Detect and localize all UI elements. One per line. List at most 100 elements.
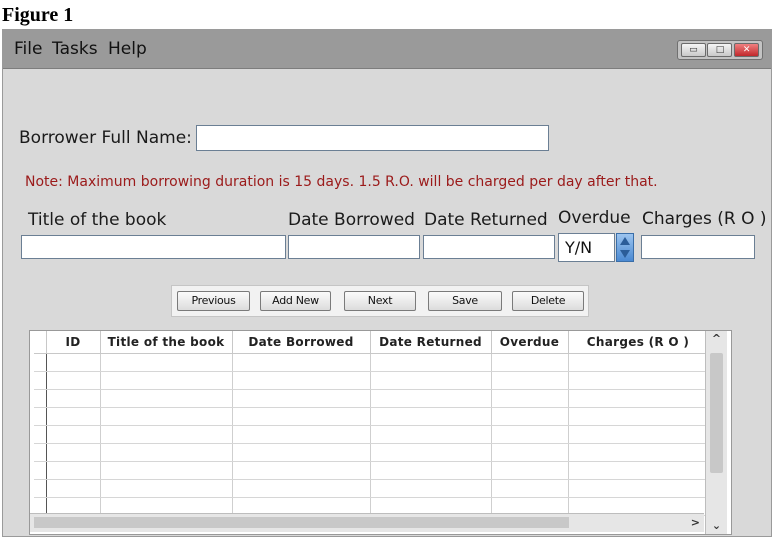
table-cell[interactable] — [568, 389, 709, 408]
row-header-cell[interactable] — [34, 425, 47, 444]
date-borrowed-label: Date Borrowed — [288, 210, 415, 230]
table-cell[interactable] — [46, 389, 101, 408]
table-cell[interactable] — [46, 443, 101, 462]
table-cell[interactable] — [491, 425, 569, 444]
table-row[interactable] — [34, 461, 709, 480]
delete-button[interactable]: Delete — [512, 291, 584, 311]
menu-file[interactable]: File — [14, 39, 42, 59]
table-cell[interactable] — [46, 353, 101, 372]
table-cell[interactable] — [370, 371, 492, 390]
table-cell[interactable] — [491, 479, 569, 498]
table-row[interactable] — [34, 443, 709, 462]
overdue-spinner-arrows[interactable] — [616, 233, 634, 262]
spinner-up-icon[interactable] — [620, 237, 630, 245]
column-header-charges[interactable]: Charges (R O ) — [568, 331, 709, 354]
column-header-date-borrowed[interactable]: Date Borrowed — [232, 331, 371, 354]
table-cell[interactable] — [568, 371, 709, 390]
vertical-scroll-thumb[interactable] — [710, 353, 723, 473]
table-row[interactable] — [34, 389, 709, 408]
column-header-overdue[interactable]: Overdue — [491, 331, 569, 354]
minimize-icon[interactable]: ▭ — [680, 43, 706, 57]
table-row[interactable] — [34, 407, 709, 426]
table-cell[interactable] — [568, 407, 709, 426]
horizontal-scrollbar[interactable]: > — [30, 513, 704, 532]
borrowing-note: Note: Maximum borrowing duration is 15 d… — [25, 174, 658, 190]
table-cell[interactable] — [370, 461, 492, 480]
table-cell[interactable] — [232, 371, 371, 390]
table-cell[interactable] — [568, 479, 709, 498]
table-row[interactable] — [34, 479, 709, 498]
next-button[interactable]: Next — [344, 291, 416, 311]
table-cell[interactable] — [568, 461, 709, 480]
table-cell[interactable] — [491, 461, 569, 480]
menu-help[interactable]: Help — [108, 39, 147, 59]
scroll-up-icon[interactable]: ^ — [706, 332, 727, 345]
table-cell[interactable] — [100, 461, 233, 480]
table-cell[interactable] — [491, 353, 569, 372]
table-cell[interactable] — [232, 353, 371, 372]
maximize-icon[interactable]: □ — [707, 43, 733, 57]
table-cell[interactable] — [232, 425, 371, 444]
row-header-cell[interactable] — [34, 389, 47, 408]
table-cell[interactable] — [370, 353, 492, 372]
column-header-id[interactable]: ID — [46, 331, 101, 354]
table-cell[interactable] — [232, 479, 371, 498]
book-title-input[interactable] — [21, 235, 286, 259]
scroll-right-icon[interactable]: > — [691, 514, 700, 532]
table-cell[interactable] — [491, 389, 569, 408]
borrower-name-input[interactable] — [196, 125, 549, 151]
table-cell[interactable] — [491, 371, 569, 390]
vertical-scrollbar[interactable]: ^ ⌄ — [705, 331, 727, 534]
table-cell[interactable] — [46, 407, 101, 426]
spinner-down-icon[interactable] — [620, 250, 630, 258]
menu-tasks[interactable]: Tasks — [52, 39, 98, 59]
previous-button[interactable]: Previous — [177, 291, 250, 311]
menu-bar: File Tasks Help ▭ □ ✕ — [3, 30, 771, 69]
column-header-title[interactable]: Title of the book — [100, 331, 233, 354]
row-header-cell[interactable] — [34, 461, 47, 480]
table-cell[interactable] — [100, 371, 233, 390]
table-cell[interactable] — [232, 461, 371, 480]
table-cell[interactable] — [370, 443, 492, 462]
table-cell[interactable] — [46, 425, 101, 444]
table-cell[interactable] — [232, 389, 371, 408]
close-icon[interactable]: ✕ — [734, 43, 760, 57]
horizontal-scroll-thumb[interactable] — [34, 517, 569, 528]
table-cell[interactable] — [370, 425, 492, 444]
row-header-cell[interactable] — [34, 407, 47, 426]
table-row[interactable] — [34, 371, 709, 390]
date-returned-input[interactable] — [423, 235, 555, 259]
table-cell[interactable] — [100, 353, 233, 372]
table-cell[interactable] — [232, 407, 371, 426]
table-cell[interactable] — [370, 389, 492, 408]
row-header-cell[interactable] — [34, 443, 47, 462]
column-header-date-returned[interactable]: Date Returned — [370, 331, 492, 354]
row-header-cell[interactable] — [34, 479, 47, 498]
table-row[interactable] — [34, 353, 709, 372]
date-borrowed-input[interactable] — [288, 235, 420, 259]
table-cell[interactable] — [232, 443, 371, 462]
table-cell[interactable] — [100, 443, 233, 462]
save-button[interactable]: Save — [428, 291, 502, 311]
table-cell[interactable] — [100, 425, 233, 444]
table-row[interactable] — [34, 425, 709, 444]
table-cell[interactable] — [370, 407, 492, 426]
table-cell[interactable] — [491, 443, 569, 462]
overdue-spinner-value[interactable]: Y/N — [558, 233, 615, 262]
table-cell[interactable] — [100, 407, 233, 426]
add-new-button[interactable]: Add New — [260, 291, 331, 311]
table-cell[interactable] — [568, 353, 709, 372]
table-cell[interactable] — [100, 389, 233, 408]
table-cell[interactable] — [568, 443, 709, 462]
scroll-down-icon[interactable]: ⌄ — [706, 519, 727, 532]
row-header-cell[interactable] — [34, 371, 47, 390]
table-cell[interactable] — [46, 479, 101, 498]
table-cell[interactable] — [568, 425, 709, 444]
table-cell[interactable] — [370, 479, 492, 498]
row-header-cell[interactable] — [34, 353, 47, 372]
table-cell[interactable] — [491, 407, 569, 426]
table-cell[interactable] — [100, 479, 233, 498]
table-cell[interactable] — [46, 371, 101, 390]
charges-input[interactable] — [641, 235, 755, 259]
table-cell[interactable] — [46, 461, 101, 480]
